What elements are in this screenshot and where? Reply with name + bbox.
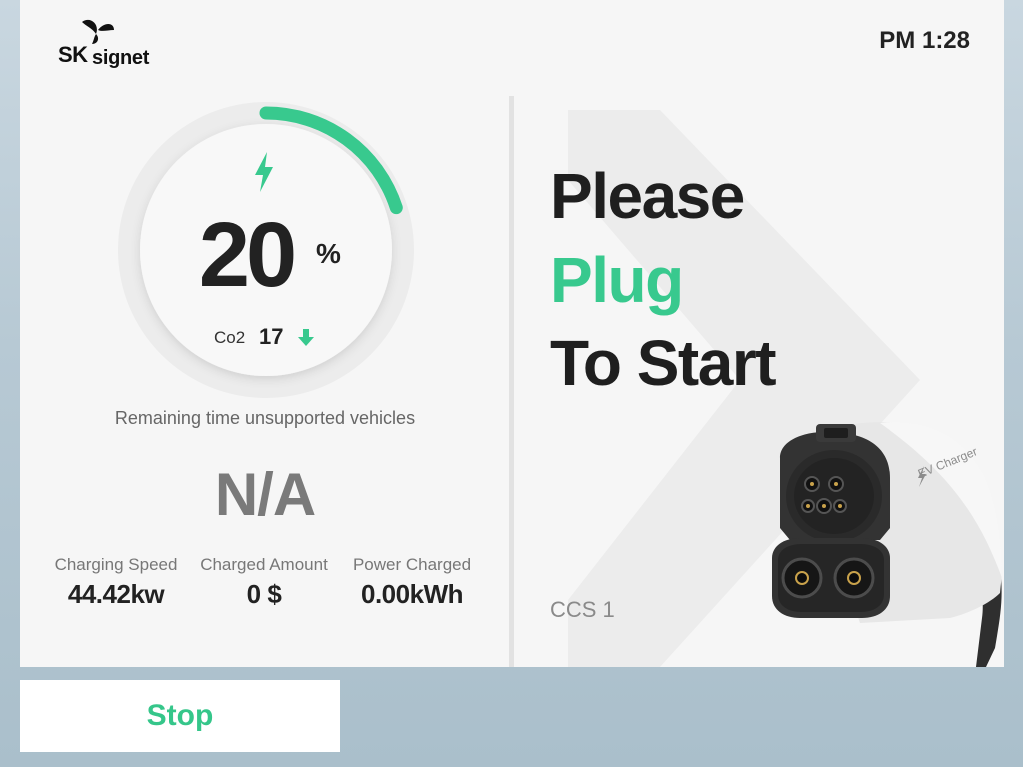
co2-label: Co2 [214, 328, 246, 347]
co2-value: 17 [259, 324, 284, 349]
logo-sk-text: SK [58, 42, 88, 67]
logo-signet-text: signet [92, 47, 150, 69]
stat-label: Charging Speed [54, 555, 178, 574]
charge-percent-value: 20 [198, 204, 297, 306]
remaining-time-value: N/A [214, 461, 316, 528]
message-line-please: Please [550, 160, 745, 232]
stat-power-charged: Power Charged 0.00kWh [342, 555, 482, 610]
stat-label: Charged Amount [200, 555, 328, 574]
stat-value: 44.42kw [67, 579, 165, 609]
stop-button[interactable]: Stop [20, 680, 340, 752]
lightning-bolt-icon [255, 152, 273, 192]
arrow-down-icon [298, 329, 314, 346]
stat-label: Power Charged [352, 555, 472, 574]
panel-divider [509, 96, 514, 667]
remaining-time-label: Remaining time unsupported vehicles [114, 408, 416, 428]
stat-value: 0.00kWh [361, 579, 464, 609]
stat-value: 0 $ [246, 579, 282, 609]
stat-charged-amount: Charged Amount 0 $ [194, 555, 334, 610]
clock: PM 1:28 [879, 27, 970, 54]
charge-percent-sign: % [316, 238, 341, 269]
stat-charging-speed: Charging Speed 44.42kw [46, 555, 186, 610]
connector-type: CCS 1 [550, 597, 615, 622]
ccs1-connector-image: EV Charger [772, 422, 1002, 667]
message-line-to-start: To Start [550, 327, 777, 399]
message-line-plug: Plug [550, 244, 684, 316]
charging-panel: SK signet PM 1:28 20 % Co2 17 Remaining … [20, 0, 1004, 667]
